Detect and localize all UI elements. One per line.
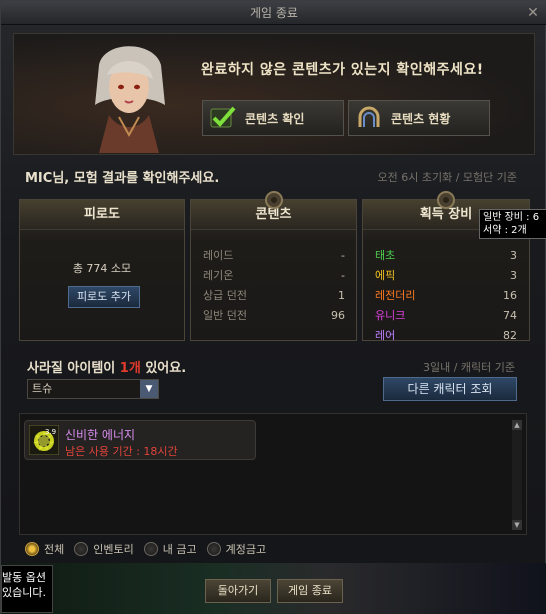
content-row: 레이드 - [203,246,345,266]
row-value: 3 [510,269,517,282]
fatigue-title: 피로도 [20,200,184,230]
exit-game-button[interactable]: 게임 종료 [277,579,343,603]
storage-filter: 전체 인벤토리 내 금고 계정금고 [25,541,266,557]
list-item[interactable]: 3.9 신비한 에너지 남은 사용 기간 : 18시간 [24,420,256,460]
radio-dot-icon [206,542,221,556]
loot-tooltip: 일반 장비 : 6 서약 : 2개 [479,209,546,239]
fatigue-card: 피로도 총 774 소모 피로도 추가 [19,199,185,341]
chevron-down-icon[interactable]: ▼ [140,380,158,398]
energy-orb-icon: 3.9 [29,425,59,455]
gear-emblem-icon [264,191,283,209]
scroll-up-icon[interactable]: ▲ [512,420,522,430]
fatigue-usage: 총 774 소모 [72,262,132,275]
row-name: 일반 던전 [203,309,247,322]
add-fatigue-button[interactable]: 피로도 추가 [68,286,140,308]
item-remaining-time: 남은 사용 기간 : 18시간 [65,445,178,458]
content-row: 일반 던전 96 [203,306,345,326]
content-status-label: 콘텐츠 현황 [391,111,451,126]
row-name: 레기온 [203,269,234,282]
loot-rows: 태초 3 에픽 3 레전더리 16 유니크 74 레어 82 [375,246,517,346]
titlebar: 게임 종료 ✕ [1,1,546,25]
tooltip-line: 서약 : 2개 [483,225,527,236]
side-tooltip-line: 발동 옵션 [2,571,46,584]
row-name: 레이드 [203,249,234,262]
close-icon[interactable]: ✕ [525,5,541,21]
row-name: 레어 [375,329,396,342]
content-row: 레기온 - [203,266,345,286]
row-name: 레전더리 [375,289,416,302]
row-value: - [341,269,345,282]
vanish-prefix: 사라질 아이템이 [27,361,120,376]
content-check-label: 콘텐츠 확인 [245,111,305,126]
tooltip-line: 일반 장비 : 6 [483,212,540,223]
radio-label: 내 금고 [162,543,197,556]
status-arch-icon [358,106,380,127]
window-title: 게임 종료 [250,6,298,20]
check-icon [210,106,236,128]
row-name: 에픽 [375,269,396,282]
content-row: 상급 던전 1 [203,286,345,306]
character-portrait [95,46,165,153]
radio-dot-icon [143,542,158,556]
loot-row: 태초 3 [375,246,517,266]
vanish-note: 3일내 / 캐릭터 기준 [422,361,515,374]
row-value: 96 [331,309,345,322]
loot-row: 레전더리 16 [375,286,517,306]
header-message: 완료하지 않은 콘텐츠가 있는지 확인해주세요! [201,62,484,78]
greeting-text: MIC님, 모험 결과를 확인해주세요. [25,171,220,186]
gear-emblem-icon [437,191,455,209]
loot-row: 레어 82 [375,326,517,346]
footer-background [1,563,546,614]
character-select[interactable]: 트슈 ▼ [27,379,159,399]
radio-dot-icon [25,542,39,556]
reset-note: 오전 6시 초기화 / 모험단 기준 [377,171,517,184]
side-tooltip-line: 있습니다. [2,586,46,599]
side-tooltip: 발동 옵션 있습니다. [1,565,53,613]
content-rows: 레이드 - 레기온 - 상급 던전 1 일반 던전 96 [203,246,345,326]
other-character-button[interactable]: 다른 캐릭터 조회 [383,377,517,401]
filter-radio-my-vault[interactable]: 내 금고 [143,541,197,557]
content-status-button[interactable]: 콘텐츠 현황 [348,100,490,136]
vanish-item-list: 3.9 신비한 에너지 남은 사용 기간 : 18시간 ▲ ▼ [19,413,527,535]
vanish-count: 1개 [119,361,141,376]
character-select-value: 트슈 [32,382,53,395]
row-value: 74 [503,309,517,322]
scrollbar[interactable]: ▲ ▼ [512,420,522,530]
row-value: 1 [338,289,345,302]
row-value: 3 [510,249,517,262]
radio-dot-icon [74,542,89,556]
back-button[interactable]: 돌아가기 [205,579,271,603]
radio-label: 전체 [44,543,65,556]
filter-radio-account-vault[interactable]: 계정금고 [206,541,267,557]
scroll-down-icon[interactable]: ▼ [512,520,522,530]
radio-label: 계정금고 [225,543,267,556]
row-value: 82 [503,329,517,342]
row-value: 16 [503,289,517,302]
loot-row: 에픽 3 [375,266,517,286]
item-name: 신비한 에너지 [65,428,136,442]
item-badge: 3.9 [45,428,56,436]
loot-row: 유니크 74 [375,306,517,326]
row-name: 유니크 [375,309,406,322]
row-name: 태초 [375,249,396,262]
radio-label: 인벤토리 [93,543,134,556]
vanish-heading: 사라질 아이템이 1개 있어요. [27,357,186,376]
game-exit-window: 게임 종료 ✕ 완료하지 않은 콘텐츠가 있는지 확인해주세요! 콘텐츠 확인 … [0,0,546,614]
content-card: 콘텐츠 레이드 - 레기온 - 상급 던전 1 일반 던전 96 [190,191,357,341]
row-value: - [341,249,345,262]
filter-radio-all[interactable]: 전체 [25,541,64,557]
row-name: 상급 던전 [203,289,247,302]
vanish-suffix: 있어요. [140,361,187,376]
filter-radio-inventory[interactable]: 인벤토리 [74,541,134,557]
content-check-button[interactable]: 콘텐츠 확인 [202,100,344,136]
